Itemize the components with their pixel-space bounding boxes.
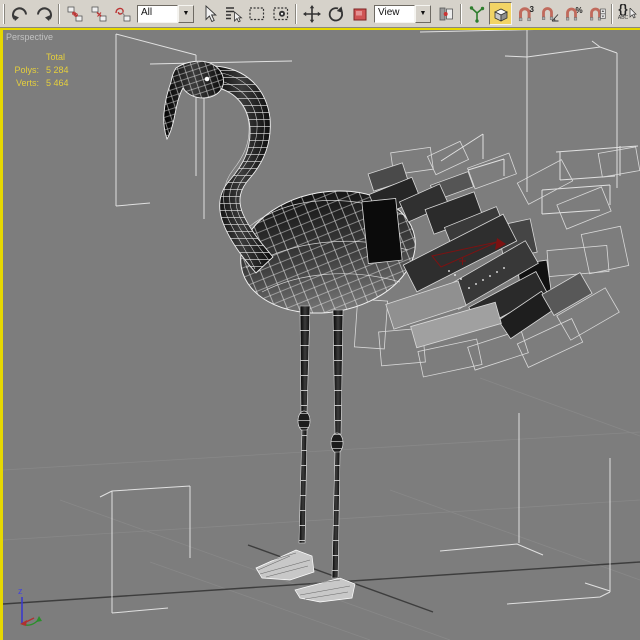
select-and-rotate-icon <box>328 6 343 21</box>
select-object-icon <box>205 4 217 22</box>
magnet-percent-snap-icon: % <box>565 6 582 20</box>
select-and-link-icon <box>67 6 82 21</box>
unlink-selection-icon <box>91 6 106 21</box>
toolbar-separator <box>460 3 462 24</box>
svg-text:3: 3 <box>529 5 534 14</box>
select-by-name-icon <box>225 6 243 22</box>
magnet-3d-snap-icon: 3 <box>518 5 534 21</box>
toolbar-separator <box>58 3 60 24</box>
rectangular-selection-region-button[interactable] <box>245 2 268 25</box>
rectangular-selection-region-icon <box>248 6 264 20</box>
chevron-down-icon[interactable]: ▼ <box>178 4 194 23</box>
select-and-move-button[interactable] <box>300 2 323 25</box>
helper-boxes[interactable] <box>99 30 639 614</box>
axis-z-label: z <box>18 586 23 596</box>
spinner-snap-toggle-button[interactable] <box>585 2 608 25</box>
stats-total-label: Total <box>46 52 66 62</box>
select-and-manipulate-icon <box>469 5 484 23</box>
main-toolbar: All ▼ View ▼ 3 % {} ABC <box>0 0 640 28</box>
bind-to-space-warp-button[interactable] <box>111 2 134 25</box>
cursor-arrow-icon <box>629 7 637 18</box>
select-and-scale-icon <box>353 8 366 20</box>
use-pivot-point-center-icon <box>439 7 453 20</box>
svg-text:%: % <box>575 6 582 15</box>
select-and-move-icon <box>302 4 321 23</box>
select-and-manipulate-button[interactable] <box>465 2 488 25</box>
reference-coordinate-system-select[interactable]: View ▼ <box>374 4 431 23</box>
axis-x-arrow <box>20 620 27 626</box>
stats-polys-value: 5 284 <box>46 65 69 75</box>
select-and-rotate-button[interactable] <box>324 2 347 25</box>
edit-named-selection-sets-button[interactable]: {} ABC <box>616 2 639 25</box>
redo-button[interactable] <box>32 2 55 25</box>
chevron-down-icon[interactable]: ▼ <box>415 4 431 23</box>
magnet-angle-snap-icon <box>541 6 558 21</box>
named-selection-sets-icon: {} ABC <box>617 1 629 21</box>
snaps-toggle-button[interactable] <box>489 2 512 25</box>
flamingo-eye <box>204 76 210 82</box>
select-object-button[interactable] <box>197 2 220 25</box>
window-crossing-icon <box>272 6 288 20</box>
app-window: All ▼ View ▼ 3 % {} ABC z Perspective To… <box>0 0 640 640</box>
stats-polys-label: Polys: <box>14 65 39 75</box>
stats-verts-value: 5 464 <box>46 78 69 88</box>
selection-filter-select[interactable]: All ▼ <box>137 4 194 23</box>
window-crossing-toggle[interactable] <box>269 2 292 25</box>
select-and-scale-button[interactable] <box>348 2 371 25</box>
snap-cube-icon <box>493 8 508 22</box>
snap-toggle-3d-button[interactable]: 3 <box>513 2 536 25</box>
angle-snap-toggle-button[interactable] <box>537 2 560 25</box>
unlink-selection-button[interactable] <box>87 2 110 25</box>
statistics-overlay: Total Polys: 5 284 Verts: 5 464 <box>11 51 69 90</box>
undo-button[interactable] <box>8 2 31 25</box>
toolbar-separator <box>611 3 613 24</box>
world-axis-tripod: z <box>18 586 42 626</box>
feather-planes[interactable] <box>361 162 593 349</box>
use-pivot-point-center-button[interactable] <box>434 2 457 25</box>
toolbar-drag-handle[interactable] <box>3 3 5 24</box>
stats-verts-label: Verts: <box>15 78 39 88</box>
viewport-canvas[interactable]: z <box>3 30 640 640</box>
bind-to-space-warp-icon <box>114 7 130 21</box>
select-by-name-button[interactable] <box>221 2 244 25</box>
select-and-link-button[interactable] <box>63 2 86 25</box>
selection-filter-value: All <box>137 4 178 23</box>
flamingo-head[interactable] <box>163 60 224 141</box>
perspective-viewport[interactable]: z Perspective Total Polys: 5 284 Verts: 5 … <box>0 28 640 640</box>
magnet-spinner-snap-icon <box>589 7 606 20</box>
percent-snap-toggle-button[interactable]: % <box>561 2 584 25</box>
flamingo-legs[interactable] <box>297 305 344 579</box>
redo-icon <box>36 6 52 21</box>
flamingo-feet[interactable] <box>255 549 356 603</box>
axis-y-arrow <box>36 616 42 622</box>
undo-icon <box>11 6 27 21</box>
viewport-label[interactable]: Perspective <box>6 32 53 42</box>
toolbar-separator <box>295 3 297 24</box>
reference-coordinate-system-value: View <box>374 4 415 23</box>
